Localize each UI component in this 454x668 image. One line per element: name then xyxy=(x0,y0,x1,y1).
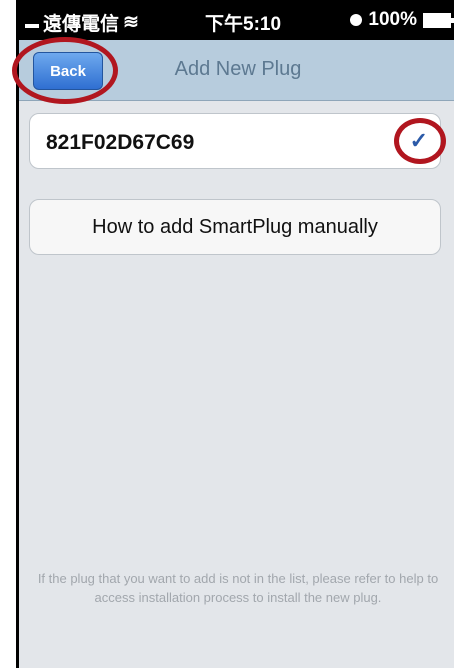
page-title: Add New Plug xyxy=(174,58,302,80)
battery-icon xyxy=(423,12,454,28)
signal-icon xyxy=(25,18,39,28)
checkmark-icon[interactable]: ✓ xyxy=(410,128,428,154)
status-time: 下午5:10 xyxy=(205,14,282,35)
carrier-group: 遠傳電信 ≋ xyxy=(25,9,139,36)
help-note: If the plug that you want to add is not … xyxy=(37,571,439,605)
how-to-add-manually-button[interactable]: How to add SmartPlug manually xyxy=(29,199,441,255)
nav-bar: Back Add New Plug xyxy=(19,40,454,101)
plug-list-item[interactable]: 821F02D67C69 ✓ xyxy=(29,113,441,169)
status-bar: 遠傳電信 ≋ 下午5:10 100% xyxy=(19,0,454,40)
carrier-name: 遠傳電信 xyxy=(43,14,120,35)
battery-group: 100% xyxy=(350,9,454,31)
wifi-icon: ≋ xyxy=(123,12,139,33)
phone-screen: 遠傳電信 ≋ 下午5:10 100% Back Add New Plug 821… xyxy=(16,0,454,668)
battery-percent: 100% xyxy=(368,9,417,30)
plug-id: 821F02D67C69 xyxy=(46,131,195,154)
clock-icon xyxy=(350,14,363,26)
